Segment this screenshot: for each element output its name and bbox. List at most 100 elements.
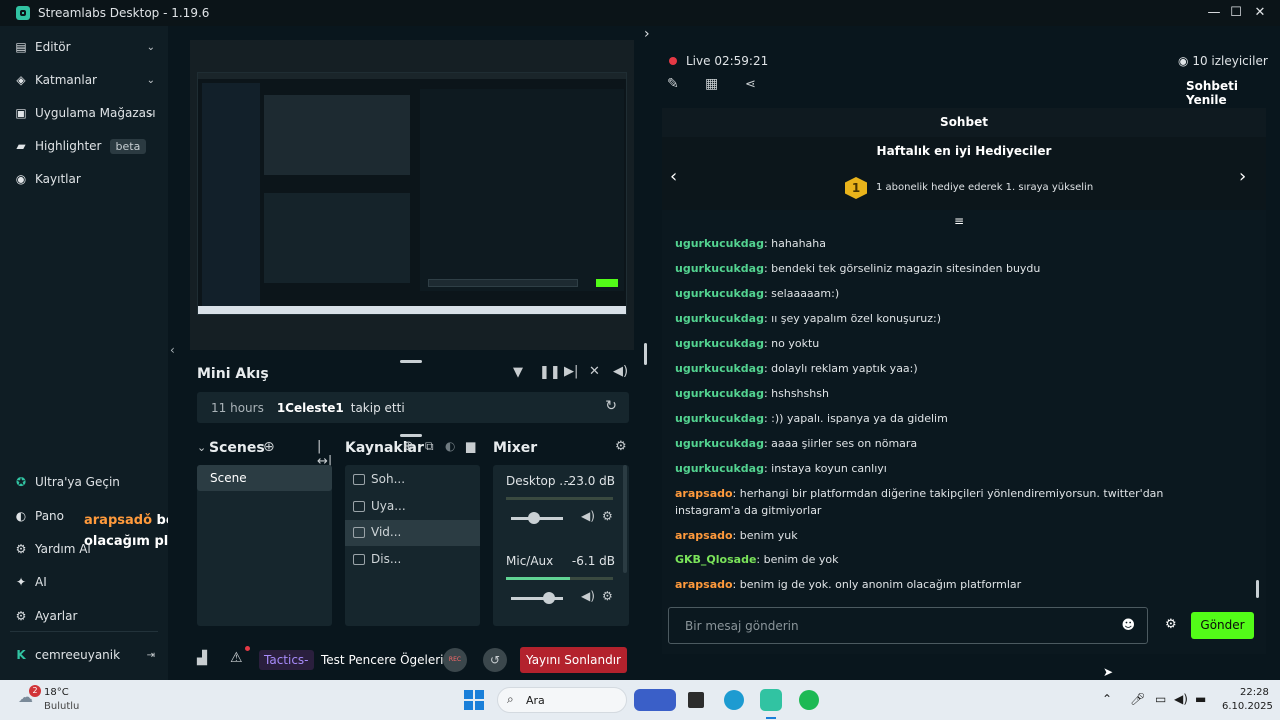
chat-text: : benim ig de yok. only anonim olacağım …: [732, 578, 1022, 591]
volume-icon[interactable]: ◀): [1174, 692, 1188, 706]
mixer-channel-name: Desktop ...: [506, 474, 571, 488]
chat-username[interactable]: arapsado: [675, 529, 733, 542]
battery-icon[interactable]: ▬: [1195, 692, 1206, 706]
nav-item-settings[interactable]: ⚙ Ayarlar: [14, 603, 159, 629]
chat-input[interactable]: Bir mesaj gönderin ☻: [668, 607, 1148, 644]
chat-username[interactable]: ugurkucukdag: [675, 387, 764, 400]
chat-username[interactable]: ugurkucukdag: [675, 437, 764, 450]
replay-icon[interactable]: ↺: [483, 648, 507, 672]
chat-username[interactable]: ugurkucukdag: [675, 362, 764, 375]
chevron-down-icon: ⌄: [146, 107, 155, 119]
maximize-icon[interactable]: ☐: [1226, 3, 1246, 23]
chat-message: arapsado: herhangi bir platformdan diğer…: [675, 485, 1205, 519]
record-button[interactable]: REC: [443, 648, 467, 672]
gear-icon[interactable]: ⚙: [602, 589, 613, 603]
chat-username[interactable]: arapsado: [675, 487, 733, 500]
mixer-channel-level: -23.0 dB: [564, 474, 615, 488]
logout-icon[interactable]: ⇥: [147, 650, 155, 661]
volume-slider-track[interactable]: [511, 597, 563, 600]
file-explorer-icon[interactable]: [688, 692, 704, 708]
source-item[interactable]: Soh...: [353, 472, 405, 486]
share-icon[interactable]: ⋖: [745, 77, 756, 92]
chat-scrollbar[interactable]: [1256, 580, 1259, 598]
refresh-chat-button[interactable]: Sohbeti Yenile: [1186, 79, 1280, 107]
mute-alerts-icon[interactable]: ✕: [589, 364, 600, 379]
gear-icon[interactable]: ⚙: [602, 509, 613, 523]
close-icon[interactable]: ✕: [1250, 3, 1270, 23]
speaker-icon[interactable]: ◀): [581, 509, 595, 523]
collapse-right-icon[interactable]: ›: [644, 26, 650, 42]
collapse-left-icon[interactable]: ‹: [170, 343, 175, 357]
skip-icon[interactable]: ▶|: [564, 364, 578, 379]
visibility-icon[interactable]: ◐: [445, 439, 455, 453]
emoji-icon[interactable]: ☻: [1121, 618, 1135, 633]
edge-browser-icon[interactable]: [724, 690, 744, 710]
pause-icon[interactable]: ❚❚: [539, 365, 561, 380]
kick-icon: K: [16, 648, 26, 662]
nav-item-ai[interactable]: ✦ AI: [14, 569, 159, 595]
copy-icon[interactable]: ⧉: [425, 439, 434, 454]
chat-username[interactable]: ugurkucukdag: [675, 237, 764, 250]
nav-item-editor[interactable]: ▤ Editör ⌄: [14, 34, 159, 60]
clock-time[interactable]: 22:28: [1240, 687, 1269, 698]
stats-icon[interactable]: ▟: [197, 651, 207, 666]
nav-item-highlighter[interactable]: ▰ Highlighter beta: [14, 133, 159, 159]
chat-username[interactable]: ugurkucukdag: [675, 312, 764, 325]
chat-username[interactable]: ugurkucukdag: [675, 287, 764, 300]
scrollbar[interactable]: [623, 465, 627, 573]
pinned-expand-icon[interactable]: ≡: [954, 214, 964, 228]
widget-thumbnail-icon[interactable]: [634, 689, 676, 711]
tray-expand-icon[interactable]: ⌃: [1102, 692, 1112, 706]
chat-username[interactable]: ugurkucukdag: [675, 412, 764, 425]
repeat-icon[interactable]: ↻: [605, 398, 617, 414]
source-item-selected[interactable]: Vid...: [353, 525, 401, 539]
chat-username[interactable]: arapsado: [675, 578, 733, 591]
volume-icon[interactable]: ◀): [613, 364, 628, 379]
gear-icon[interactable]: ⚙: [615, 439, 627, 454]
tactics-tab[interactable]: Tactics-: [259, 650, 314, 670]
folder-icon[interactable]: ▆: [466, 439, 475, 453]
next-arrow-icon[interactable]: ›: [1239, 166, 1246, 187]
spotify-icon[interactable]: [799, 690, 819, 710]
test-window-items-tab[interactable]: Test Pencere Ögeleri: [321, 653, 444, 667]
edit-icon[interactable]: ✎: [667, 76, 679, 92]
network-icon[interactable]: ▭: [1155, 692, 1166, 706]
prev-arrow-icon[interactable]: ‹: [670, 166, 677, 187]
nav-item-ultra[interactable]: ✪ Ultra'ya Geçin: [14, 469, 159, 495]
add-scene-icon[interactable]: ⊕: [263, 439, 275, 455]
chat-username[interactable]: ugurkucukdag: [675, 262, 764, 275]
end-stream-button[interactable]: Yayını Sonlandır: [520, 647, 627, 673]
taskbar-search[interactable]: ⌕ Ara: [497, 687, 627, 713]
nav-item-recordings[interactable]: ◉ Kayıtlar: [14, 166, 159, 192]
add-source-icon[interactable]: ⊕: [403, 439, 414, 454]
microphone-icon[interactable]: 🎤︎: [1130, 692, 1145, 706]
source-item[interactable]: Uya...: [353, 499, 406, 513]
volume-slider-knob[interactable]: [527, 512, 540, 524]
chat-username[interactable]: ugurkucukdag: [675, 337, 764, 350]
resize-handle[interactable]: [644, 343, 647, 365]
chat-username[interactable]: GKB_Qlosade: [675, 553, 756, 566]
chat-username[interactable]: ugurkucukdag: [675, 462, 764, 475]
speaker-icon[interactable]: ◀): [581, 589, 595, 603]
send-button[interactable]: Gönder: [1191, 612, 1254, 639]
user-profile[interactable]: K cemreeuyanik ⇥: [14, 642, 159, 668]
editor-icon: ▤: [15, 40, 27, 54]
chevron-down-icon[interactable]: ⌄: [197, 441, 206, 454]
warning-icon[interactable]: ⚠: [230, 650, 243, 666]
streamlabs-taskbar-icon[interactable]: [760, 689, 782, 711]
nav-item-app-store[interactable]: ▣ Uygulama Mağazası ⌄: [14, 100, 159, 126]
clip-icon[interactable]: ▦: [705, 76, 718, 92]
filter-icon[interactable]: ▼: [513, 365, 523, 380]
scenes-dock: Scene: [197, 465, 332, 626]
resize-handle[interactable]: [400, 434, 422, 437]
chat-settings-gear-icon[interactable]: ⚙: [1165, 617, 1177, 632]
scene-item[interactable]: Scene: [197, 465, 332, 491]
minimize-icon[interactable]: —: [1204, 3, 1224, 23]
nav-item-layers[interactable]: ◈ Katmanlar ⌄: [14, 67, 159, 93]
source-item[interactable]: Dis...: [353, 552, 401, 566]
clock-date[interactable]: 6.10.2025: [1222, 701, 1273, 712]
windows-start-icon[interactable]: [464, 690, 484, 710]
live-status: Live 02:59:21: [686, 54, 768, 68]
source-label: Dis...: [371, 552, 402, 566]
volume-slider-knob[interactable]: [543, 592, 556, 604]
